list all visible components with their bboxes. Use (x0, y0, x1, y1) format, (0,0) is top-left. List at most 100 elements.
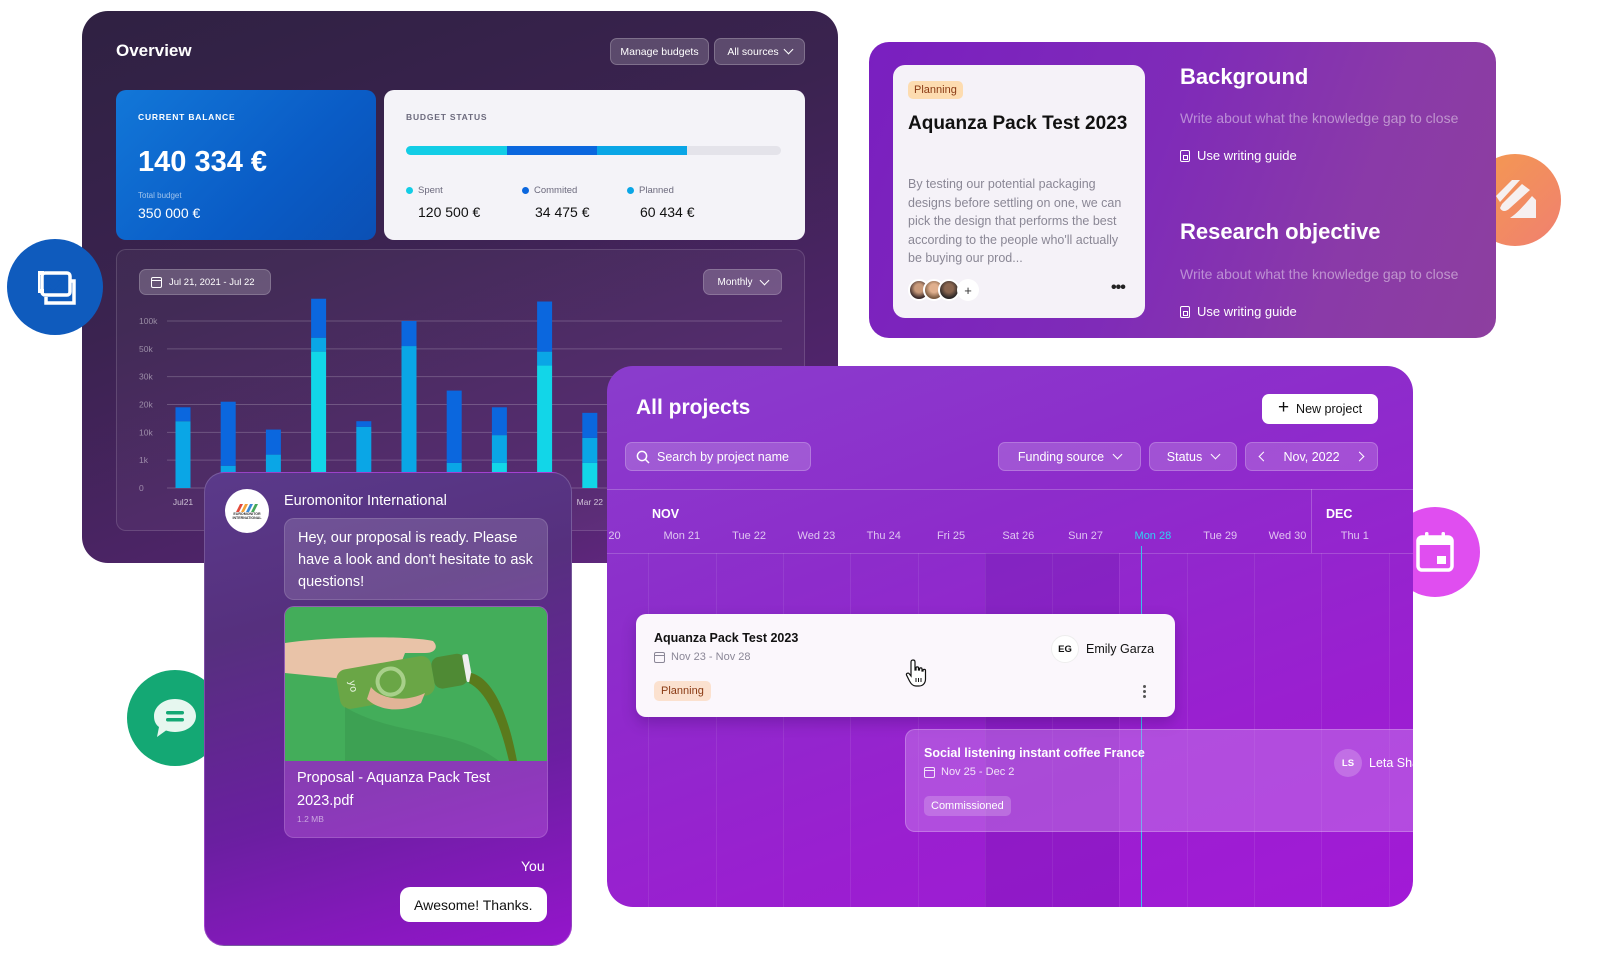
current-balance-value: 140 334 € (138, 146, 268, 178)
bar-commited[interactable] (446, 390, 462, 463)
status-badge: Planning (654, 681, 711, 701)
manage-budgets-label: Manage budgets (620, 45, 699, 58)
day-label: Sun 27 (1068, 530, 1104, 542)
bar-planned[interactable] (401, 346, 417, 480)
status-dropdown[interactable]: Status (1149, 442, 1237, 471)
spent-label: Spent (418, 185, 443, 196)
owner-name: Leta Shaw (1369, 756, 1413, 770)
project-title: Aquanza Pack Test 2023 (908, 113, 1128, 134)
bar-spent[interactable] (537, 365, 553, 488)
sender-logo: EUROMONITOR INTERNATIONAL (225, 489, 269, 533)
background-input[interactable]: Write about what the knowledge gap to cl… (1180, 110, 1458, 126)
bar-planned[interactable] (491, 435, 507, 463)
chat-panel: EUROMONITOR INTERNATIONAL Euromonitor In… (204, 472, 572, 946)
page-title: All projects (636, 396, 751, 419)
add-member-button[interactable]: + (957, 279, 979, 301)
grid-column-line (850, 553, 852, 907)
background-heading: Background (1180, 64, 1309, 89)
bar-commited[interactable] (401, 321, 417, 347)
bar-commited[interactable] (265, 429, 281, 455)
bar-planned[interactable] (175, 421, 191, 488)
outgoing-message: Awesome! Thanks. (400, 887, 547, 922)
date-range-picker[interactable]: Jul 21, 2021 - Jul 22 (139, 269, 271, 295)
search-placeholder: Search by project name (657, 449, 790, 464)
spent-value: 120 500 € (418, 204, 481, 220)
day-label: Sat 26 (1002, 530, 1035, 542)
chevron-down-icon (1112, 449, 1123, 460)
project-timeline-card[interactable]: Social listening instant coffee France N… (905, 729, 1413, 832)
month-divider (1311, 489, 1312, 553)
budget-segment-committed (507, 146, 598, 155)
project-card[interactable]: Planning Aquanza Pack Test 2023 By testi… (893, 65, 1145, 318)
y-tick-label: 10k (139, 427, 153, 437)
chevron-left-icon[interactable] (1259, 451, 1269, 462)
day-label: Fri 25 (936, 530, 966, 542)
use-writing-guide-label: Use writing guide (1197, 304, 1297, 319)
chevron-down-icon (783, 44, 794, 55)
team-avatars: + (908, 279, 979, 301)
project-dates: Nov 25 - Dec 2 (924, 766, 1014, 778)
use-writing-guide-label: Use writing guide (1197, 148, 1297, 163)
all-sources-dropdown[interactable]: All sources (714, 38, 805, 65)
funding-source-dropdown[interactable]: Funding source (998, 442, 1141, 471)
divider (607, 489, 1413, 490)
day-label: Thu 1 (1340, 530, 1369, 542)
day-label: Mon 28 (1134, 530, 1172, 542)
new-project-button[interactable]: + New project (1262, 394, 1378, 424)
project-owner: EG Emily Garza (1051, 635, 1154, 663)
more-options-icon[interactable] (1143, 685, 1146, 698)
grid-column-line (648, 553, 650, 907)
month-navigator: Nov, 2022 (1245, 442, 1378, 471)
interval-dropdown[interactable]: Monthly (703, 269, 782, 295)
day-label: Tue 22 (732, 530, 767, 542)
bar-commited[interactable] (356, 421, 372, 427)
new-project-label: New project (1296, 402, 1363, 416)
chevron-right-icon[interactable] (1354, 451, 1364, 462)
file-attachment[interactable]: yo Proposal - Aquanza Pack Test 2023.pdf… (284, 606, 548, 838)
research-objective-input[interactable]: Write about what the knowledge gap to cl… (1180, 266, 1458, 282)
bar-planned[interactable] (537, 351, 553, 366)
legend-spent: Spent (406, 185, 443, 196)
day-label: Wed 23 (797, 530, 836, 542)
bar-planned[interactable] (311, 337, 327, 352)
use-writing-guide-link[interactable]: Use writing guide (1180, 304, 1297, 319)
more-options-icon[interactable]: ••• (1111, 279, 1126, 297)
juice-bottle-image: yo (285, 607, 547, 761)
owner-name: Emily Garza (1086, 642, 1155, 656)
bar-spent[interactable] (311, 351, 327, 488)
day-label: Mon 21 (663, 530, 701, 542)
search-input[interactable]: Search by project name (625, 442, 811, 471)
bar-planned[interactable] (582, 437, 598, 463)
project-dates-label: Nov 25 - Dec 2 (941, 766, 1015, 778)
budget-progress-bar (406, 146, 781, 155)
day-label: Tue 29 (1203, 530, 1238, 542)
calendar-icon (151, 276, 162, 288)
interval-label: Monthly (717, 276, 753, 288)
bar-commited[interactable] (582, 412, 598, 438)
bar-commited[interactable] (537, 301, 553, 352)
month-label-nov: NOV (652, 507, 680, 521)
chevron-down-icon (1210, 449, 1221, 460)
bar-commited[interactable] (175, 407, 191, 422)
budget-status-label: BUDGET STATUS (406, 112, 488, 122)
project-description: By testing our potential packaging desig… (908, 177, 1122, 266)
status-label: Status (1166, 449, 1203, 464)
you-label: You (521, 858, 545, 874)
attachment-size: 1.2 MB (297, 814, 324, 824)
manage-budgets-button[interactable]: Manage budgets (610, 38, 709, 65)
day-label: Wed 30 (1268, 530, 1307, 542)
day-label: Thu 24 (866, 530, 901, 542)
project-owner: LS Leta Shaw (1334, 749, 1413, 777)
document-icon (1180, 305, 1190, 318)
bar-spent[interactable] (582, 462, 598, 488)
document-icon (1180, 149, 1190, 162)
bar-commited[interactable] (220, 401, 236, 466)
bar-commited[interactable] (311, 298, 327, 338)
planned-dot-icon (627, 187, 634, 194)
total-budget-label: Total budget (138, 191, 182, 200)
use-writing-guide-link[interactable]: Use writing guide (1180, 148, 1297, 163)
budget-feature-badge (7, 239, 103, 335)
bar-commited[interactable] (491, 407, 507, 436)
today-indicator (1141, 546, 1142, 907)
legend-planned: Planned (627, 185, 674, 196)
